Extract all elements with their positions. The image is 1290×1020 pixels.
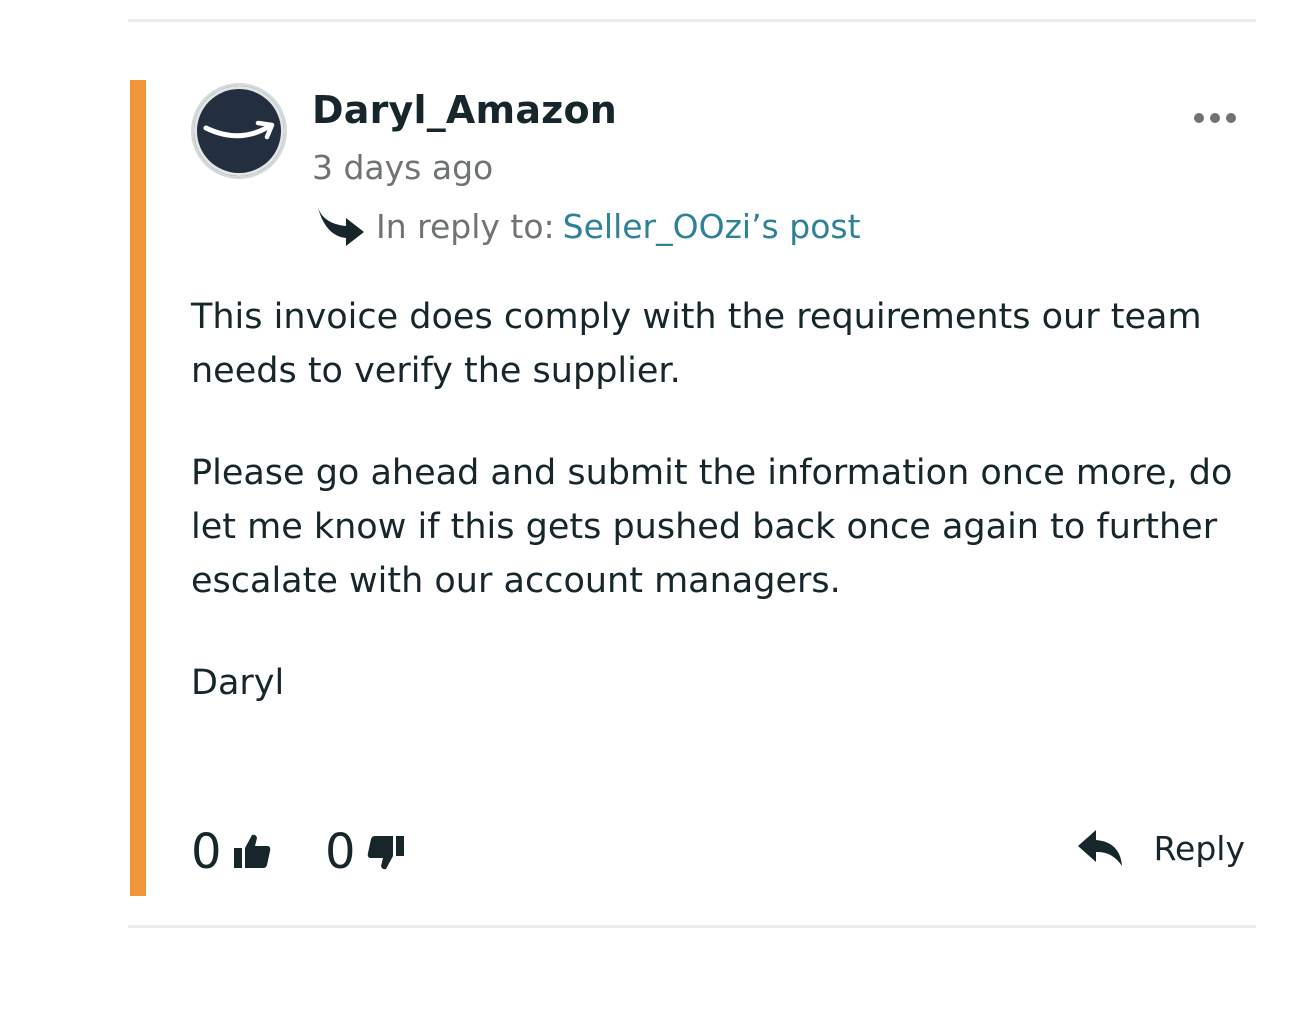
reply-button[interactable]: Reply xyxy=(1076,828,1245,868)
reply-label: Reply xyxy=(1153,828,1245,868)
post-paragraph: Please go ahead and submit the informati… xyxy=(191,453,1233,601)
thumbs-down-icon xyxy=(367,836,404,870)
post-body: This invoice does comply with the requir… xyxy=(191,290,1251,710)
post-actions: 0 0 Reply xyxy=(191,820,1251,890)
reply-arrow-icon xyxy=(1077,830,1122,866)
upvote-button[interactable]: 0 xyxy=(191,820,272,884)
bottom-divider xyxy=(128,925,1256,928)
staff-post-accent-bar xyxy=(130,80,146,896)
reply-to-arrow-icon xyxy=(318,208,364,246)
post-paragraph: This invoice does comply with the requir… xyxy=(191,297,1202,391)
thumbs-up-icon xyxy=(233,834,270,868)
post-signature: Daryl xyxy=(191,663,285,703)
downvote-button[interactable]: 0 xyxy=(325,820,406,884)
more-options-icon xyxy=(1194,113,1236,123)
upvote-count: 0 xyxy=(191,824,222,880)
reply-to-label: In reply to: xyxy=(376,206,555,246)
amazon-smile-logo-icon xyxy=(203,120,275,140)
post-timestamp: 3 days ago xyxy=(312,148,494,187)
downvote-count: 0 xyxy=(325,824,356,880)
top-divider xyxy=(128,19,1256,22)
more-options-button[interactable] xyxy=(1190,108,1240,128)
author-name[interactable]: Daryl_Amazon xyxy=(312,88,617,132)
in-reply-to: In reply to: Seller_OOzi’s post xyxy=(316,200,861,252)
author-avatar[interactable] xyxy=(191,83,287,179)
reply-to-link[interactable]: Seller_OOzi’s post xyxy=(563,207,861,246)
